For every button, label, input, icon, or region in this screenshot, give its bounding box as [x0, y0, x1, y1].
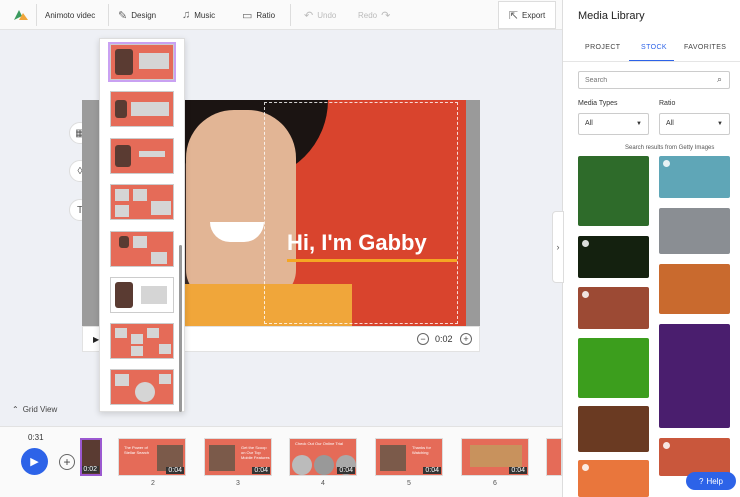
panel-title: Media Library — [578, 10, 645, 22]
stock-video[interactable] — [659, 156, 730, 198]
scene-duration-badge: 0:04 — [423, 467, 441, 474]
layout-option[interactable] — [110, 91, 174, 127]
scene-caption: Get the Scoop on Our Top Mobile Features — [241, 445, 270, 460]
undo-icon: ↶ — [304, 9, 314, 22]
question-icon: ? — [699, 476, 704, 486]
tab-project[interactable]: PROJECT — [585, 44, 620, 51]
chevron-up-icon: ⌃ — [12, 405, 19, 414]
layout-option[interactable] — [110, 277, 174, 313]
scene-thumb[interactable]: 0:04 — [461, 438, 529, 476]
media-types-value: All — [585, 120, 593, 127]
export-button[interactable]: ⇱ Export — [498, 1, 556, 29]
stock-video[interactable] — [659, 438, 730, 476]
scene-duration-badge: 0:02 — [82, 466, 99, 473]
export-label: Export — [522, 10, 546, 20]
stock-image[interactable] — [578, 156, 649, 226]
stock-image[interactable] — [578, 338, 649, 398]
scene-number: 2 — [151, 480, 155, 487]
scene-thumb[interactable]: The Power of Stellar Search 0:04 — [118, 438, 186, 476]
layout-option[interactable] — [110, 323, 174, 359]
search-icon[interactable]: ⌕ — [717, 74, 722, 85]
tab-favorites[interactable]: FAVORITES — [684, 44, 726, 51]
scene-duration-badge: 0:04 — [252, 467, 270, 474]
scene-duration-badge: 0:04 — [166, 467, 184, 474]
editor-canvas: ▦ ◊ T Hi, I'm Gabby ▶ − 0:02 + — [0, 30, 562, 426]
pencil-icon: ✎ — [118, 9, 128, 22]
scene-caption: Thanks for Watching — [412, 445, 431, 455]
headline-underline — [287, 259, 457, 262]
layout-picker — [99, 38, 185, 412]
scene-thumb[interactable]: Check Out Our Online Trial 0:04 — [289, 438, 357, 476]
decrease-duration-icon[interactable]: − — [417, 333, 429, 345]
undo-label: Undo — [317, 10, 337, 20]
export-icon: ⇱ — [508, 9, 519, 22]
scene-number: 4 — [321, 480, 325, 487]
headline-text[interactable]: Hi, I'm Gabby — [287, 230, 427, 256]
scene-caption: Check Out Our Online Trial — [295, 441, 344, 446]
stock-image[interactable] — [659, 208, 730, 254]
scene-duration-badge: 0:04 — [509, 467, 527, 474]
timeline: 0:31 ▶ + 0:02 The Power of Stellar Searc… — [0, 426, 562, 497]
stock-image[interactable] — [578, 406, 649, 452]
top-toolbar: Animoto videc ✎ Design ♫ Music ▭ Ratio ↶… — [0, 0, 562, 30]
project-name[interactable]: Animoto videc — [45, 0, 95, 30]
play-icon: ▶ — [30, 456, 39, 468]
layout-option[interactable] — [110, 369, 174, 405]
ratio-value: All — [666, 120, 674, 127]
scene-number: 5 — [407, 480, 411, 487]
layout-option[interactable] — [110, 231, 174, 267]
text-block-selection[interactable] — [264, 102, 458, 324]
scene-thumb[interactable]: 0:02 — [80, 438, 102, 476]
ratio-button[interactable]: ▭ Ratio — [242, 0, 275, 30]
total-time: 0:31 — [28, 433, 44, 442]
ratio-icon: ▭ — [242, 9, 253, 22]
layout-scrollbar[interactable] — [179, 245, 182, 412]
scene-thumb[interactable] — [546, 438, 562, 476]
layout-option[interactable] — [110, 138, 174, 174]
music-label: Music — [194, 10, 216, 20]
ratio-label: Ratio — [256, 10, 276, 20]
caret-down-icon: ▼ — [636, 121, 642, 127]
stock-image[interactable] — [659, 264, 730, 314]
caret-down-icon: ▼ — [717, 121, 723, 127]
stock-video[interactable] — [578, 460, 649, 497]
add-scene-icon[interactable]: + — [59, 454, 75, 470]
stock-video[interactable] — [578, 236, 649, 278]
play-button[interactable]: ▶ — [21, 448, 48, 475]
music-note-icon: ♫ — [182, 9, 191, 21]
app-logo-icon[interactable] — [14, 0, 28, 30]
help-label: Help — [706, 476, 723, 486]
scene-number: 3 — [236, 480, 240, 487]
scene-thumb[interactable]: Thanks for Watching 0:04 — [375, 438, 443, 476]
redo-button[interactable]: Redo ↷ — [358, 0, 394, 30]
tab-stock[interactable]: STOCK — [641, 44, 667, 51]
design-label: Design — [131, 10, 157, 20]
scene-caption: The Power of Stellar Search — [124, 445, 150, 455]
collapse-panel-chevron-icon[interactable]: › — [552, 211, 564, 283]
layout-option[interactable] — [108, 42, 176, 82]
stock-image[interactable] — [659, 324, 730, 428]
media-types-label: Media Types — [578, 100, 618, 107]
scene-duration-badge: 0:04 — [337, 467, 355, 474]
redo-label: Redo — [358, 10, 378, 20]
stock-video[interactable] — [578, 287, 649, 329]
increase-duration-icon[interactable]: + — [460, 333, 472, 345]
results-source-label: Search results from Getty Images — [625, 145, 715, 151]
music-button[interactable]: ♫ Music — [182, 0, 215, 30]
ratio-filter-label: Ratio — [659, 100, 676, 107]
scene-thumb[interactable]: Get the Scoop on Our Top Mobile Features… — [204, 438, 272, 476]
scene-number: 6 — [493, 480, 497, 487]
grid-view-label: Grid View — [22, 405, 58, 414]
layout-option[interactable] — [110, 184, 174, 220]
redo-icon: ↷ — [381, 9, 391, 22]
ratio-select[interactable]: All ▼ — [659, 113, 730, 135]
undo-button[interactable]: ↶ Undo — [304, 0, 336, 30]
search-input[interactable] — [578, 71, 730, 89]
media-types-select[interactable]: All ▼ — [578, 113, 649, 135]
scene-duration: 0:02 — [435, 334, 453, 344]
help-button[interactable]: ? Help — [686, 472, 736, 490]
design-button[interactable]: ✎ Design — [118, 0, 156, 30]
media-library-panel: Media Library PROJECT STOCK FAVORITES ⌕ … — [562, 0, 740, 497]
grid-view-toggle[interactable]: ⌃ Grid View — [12, 405, 57, 414]
